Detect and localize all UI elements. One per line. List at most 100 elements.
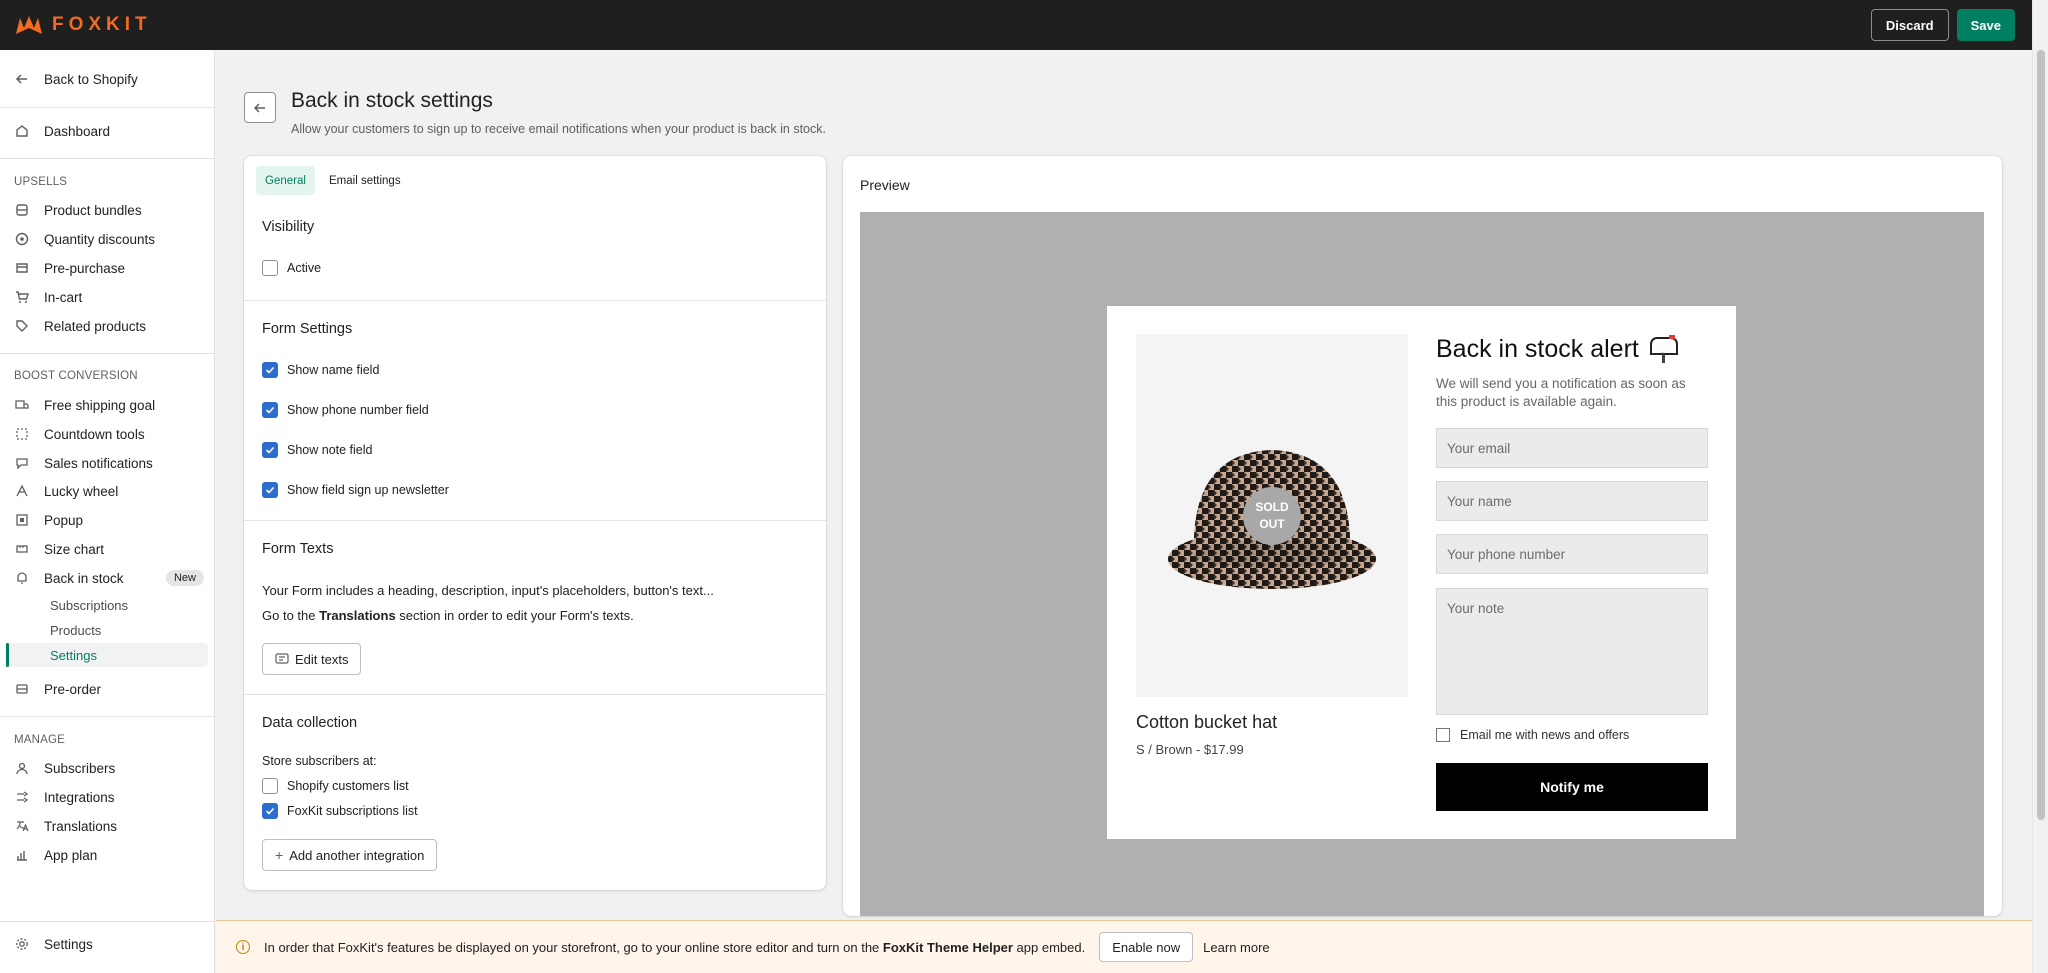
integrations-icon: [14, 789, 30, 805]
learn-more-link[interactable]: Learn more: [1203, 940, 1269, 955]
foxkit-subscriptions-checkbox[interactable]: [262, 803, 278, 819]
notify-me-button[interactable]: Notify me: [1436, 763, 1708, 811]
sidebar-subitem-subscriptions[interactable]: Subscriptions: [50, 598, 128, 613]
check-icon: [265, 366, 275, 374]
sidebar-item-pre-order[interactable]: Pre-order: [14, 676, 204, 702]
form-settings-heading: Form Settings: [262, 321, 353, 337]
foxkit-logo[interactable]: FOXKIT: [14, 14, 152, 36]
discard-button[interactable]: Discard: [1870, 9, 1949, 41]
show-name-field-row[interactable]: Show name field: [262, 362, 379, 378]
user-icon: [14, 760, 30, 776]
manage-section-heading: MANAGE: [14, 734, 66, 746]
checkbox-label: FoxKit subscriptions list: [287, 804, 418, 818]
modal-title: Back in stock alert: [1436, 334, 1679, 364]
pre-order-icon: [14, 681, 30, 697]
sidebar-item-label: Popup: [44, 512, 84, 528]
new-badge: New: [165, 570, 204, 586]
back-to-shopify-link[interactable]: Back to Shopify: [14, 66, 204, 92]
name-input[interactable]: Your name: [1436, 481, 1708, 521]
tab-email-settings[interactable]: Email settings: [320, 166, 410, 195]
vertical-scrollbar[interactable]: [2032, 0, 2048, 973]
active-checkbox[interactable]: [262, 260, 278, 276]
checkbox-label: Shopify customers list: [287, 779, 409, 793]
sidebar-item-label: Countdown tools: [44, 426, 145, 442]
edit-text-icon: [275, 653, 289, 664]
sidebar-item-sales-notifications[interactable]: Sales notifications: [14, 450, 204, 476]
button-label: Add another integration: [289, 847, 425, 863]
checkbox-label: Show note field: [287, 443, 373, 457]
form-texts-heading: Form Texts: [262, 541, 334, 557]
show-newsletter-field-row[interactable]: Show field sign up newsletter: [262, 482, 449, 498]
sidebar-item-related-products[interactable]: Related products: [14, 313, 204, 339]
sidebar-item-label: Settings: [44, 936, 93, 952]
sidebar-subitem-products[interactable]: Products: [50, 623, 101, 638]
sidebar-item-label: Integrations: [44, 789, 115, 805]
show-phone-field-row[interactable]: Show phone number field: [262, 402, 429, 418]
sidebar-item-label: Lucky wheel: [44, 483, 119, 499]
sidebar-item-quantity-discounts[interactable]: Quantity discounts: [14, 226, 204, 252]
preview-canvas: SOLD OUT Cotton bucket hat S / Brown - $1…: [860, 212, 1984, 916]
sidebar-subitem-settings[interactable]: Settings: [50, 648, 97, 663]
sidebar-item-product-bundles[interactable]: Product bundles: [14, 197, 204, 223]
sidebar-item-back-in-stock[interactable]: Back in stock New: [14, 565, 204, 591]
visibility-heading: Visibility: [262, 219, 315, 235]
active-checkbox-row[interactable]: Active: [262, 260, 321, 276]
scrollbar-thumb[interactable]: [2037, 50, 2045, 820]
sidebar-item-settings[interactable]: Settings: [14, 931, 204, 957]
preview-card: Preview SOLD OUT Cotton bucket hat S / B…: [843, 156, 2002, 916]
pre-purchase-icon: [14, 260, 30, 276]
sidebar-item-popup[interactable]: Popup: [14, 507, 204, 533]
sidebar-item-label: Back in stock: [44, 570, 124, 586]
shopify-customers-row[interactable]: Shopify customers list: [262, 778, 409, 794]
sidebar-item-dashboard[interactable]: Dashboard: [14, 118, 204, 144]
sidebar-item-label: Related products: [44, 318, 147, 334]
show-phone-field-checkbox[interactable]: [262, 402, 278, 418]
truck-icon: [14, 397, 30, 413]
show-name-field-checkbox[interactable]: [262, 362, 278, 378]
product-name: Cotton bucket hat: [1136, 712, 1278, 732]
sidebar-item-label: Subscribers: [44, 760, 116, 776]
sidebar-item-app-plan[interactable]: App plan: [14, 842, 204, 868]
phone-input[interactable]: Your phone number: [1436, 534, 1708, 574]
sidebar-item-countdown-tools[interactable]: Countdown tools: [14, 421, 204, 447]
email-input[interactable]: Your email: [1436, 428, 1708, 468]
sidebar-item-integrations[interactable]: Integrations: [14, 784, 204, 810]
shopify-customers-checkbox[interactable]: [262, 778, 278, 794]
enable-now-button[interactable]: Enable now: [1099, 932, 1194, 962]
edit-texts-button[interactable]: Edit texts: [262, 643, 362, 675]
banner-text-bold: FoxKit Theme Helper: [882, 939, 1013, 955]
sidebar-item-lucky-wheel[interactable]: Lucky wheel: [14, 478, 204, 504]
page-title: Back in stock settings: [291, 89, 493, 112]
arrow-left-icon: [14, 71, 30, 87]
product-image: SOLD OUT: [1136, 334, 1408, 697]
show-note-field-checkbox[interactable]: [262, 442, 278, 458]
product-variant-price: S / Brown - $17.99: [1136, 742, 1244, 757]
foxkit-subscriptions-row[interactable]: FoxKit subscriptions list: [262, 803, 418, 819]
modal-title-text: Back in stock alert: [1436, 334, 1639, 363]
sidebar-item-in-cart[interactable]: In-cart: [14, 284, 204, 310]
page-back-button[interactable]: [244, 92, 276, 123]
top-bar: FOXKIT Discard Save: [0, 0, 2032, 50]
sidebar-item-pre-purchase[interactable]: Pre-purchase: [14, 255, 204, 281]
boost-conversion-section-heading: BOOST CONVERSION: [14, 370, 138, 382]
note-textarea[interactable]: Your note: [1436, 588, 1708, 715]
show-newsletter-field-checkbox[interactable]: [262, 482, 278, 498]
back-in-stock-modal: SOLD OUT Cotton bucket hat S / Brown - $1…: [1107, 306, 1736, 839]
preview-heading: Preview: [860, 177, 910, 193]
button-label: Edit texts: [295, 651, 349, 667]
sidebar-item-size-chart[interactable]: Size chart: [14, 536, 204, 562]
show-note-field-row[interactable]: Show note field: [262, 442, 372, 458]
wheel-icon: [14, 483, 30, 499]
ruler-icon: [14, 541, 30, 557]
add-integration-button[interactable]: + Add another integration: [262, 839, 438, 871]
sidebar-item-translations[interactable]: Translations: [14, 813, 204, 839]
checkbox-label: Show name field: [287, 363, 380, 377]
sidebar-item-subscribers[interactable]: Subscribers: [14, 755, 204, 781]
notification-icon: [14, 455, 30, 471]
sidebar-item-free-shipping-goal[interactable]: Free shipping goal: [14, 392, 204, 418]
save-button[interactable]: Save: [1956, 9, 2015, 41]
newsletter-checkbox-row[interactable]: Email me with news and offers: [1436, 728, 1629, 742]
sidebar-item-label: App plan: [44, 847, 98, 863]
tab-general[interactable]: General: [256, 166, 315, 195]
newsletter-checkbox[interactable]: [1436, 728, 1450, 742]
